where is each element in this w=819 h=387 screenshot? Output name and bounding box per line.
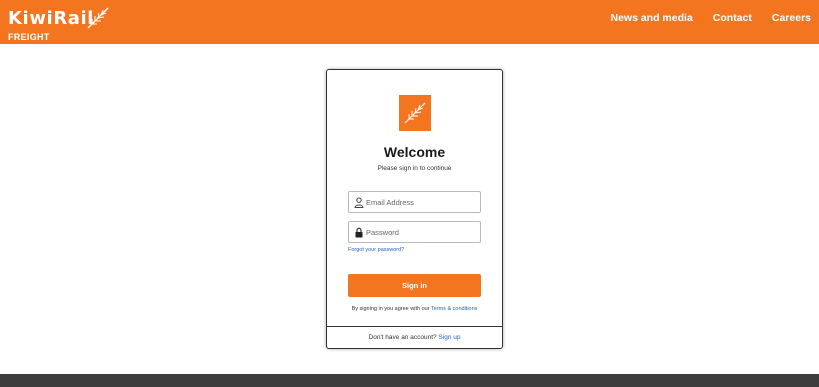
fern-icon xyxy=(404,102,426,124)
email-input[interactable] xyxy=(366,192,478,212)
lock-icon xyxy=(355,227,363,238)
nav-careers[interactable]: Careers xyxy=(772,12,811,24)
card-divider xyxy=(327,326,502,327)
fern-icon xyxy=(87,7,109,29)
password-field[interactable] xyxy=(348,221,481,243)
page-title: Welcome xyxy=(383,144,446,160)
sign-in-button[interactable]: Sign in xyxy=(348,274,481,297)
brand-name: KiwiRail xyxy=(8,8,95,29)
brand-subtitle: FREIGHT xyxy=(8,32,50,42)
signup-prefix: Don't have an account? xyxy=(368,334,439,341)
main-nav: News and media Contact Careers xyxy=(611,12,812,24)
email-field[interactable] xyxy=(348,191,481,213)
top-header: KiwiRail FREIGHT News and media Contact … xyxy=(0,0,819,44)
forgot-password-link[interactable]: Forgot your password? xyxy=(348,247,404,253)
terms-prefix: By signing in you agree with our xyxy=(351,306,431,312)
sign-in-card: Welcome Please sign in to continue Forgo… xyxy=(326,69,503,349)
nav-contact[interactable]: Contact xyxy=(713,12,752,24)
sign-up-link[interactable]: Sign up xyxy=(438,334,460,341)
sign-in-subtitle: Please sign in to continue xyxy=(377,165,452,172)
page-footer xyxy=(0,374,819,387)
card-logo xyxy=(399,95,431,131)
nav-news-and-media[interactable]: News and media xyxy=(611,12,693,24)
password-input[interactable] xyxy=(366,222,478,242)
terms-text: By signing in you agree with our Terms &… xyxy=(327,306,502,312)
user-icon xyxy=(354,197,364,208)
terms-link[interactable]: Terms & conditions xyxy=(431,306,477,312)
brand-logo[interactable]: KiwiRail FREIGHT xyxy=(8,6,112,42)
signup-row: Don't have an account? Sign up xyxy=(327,334,502,341)
